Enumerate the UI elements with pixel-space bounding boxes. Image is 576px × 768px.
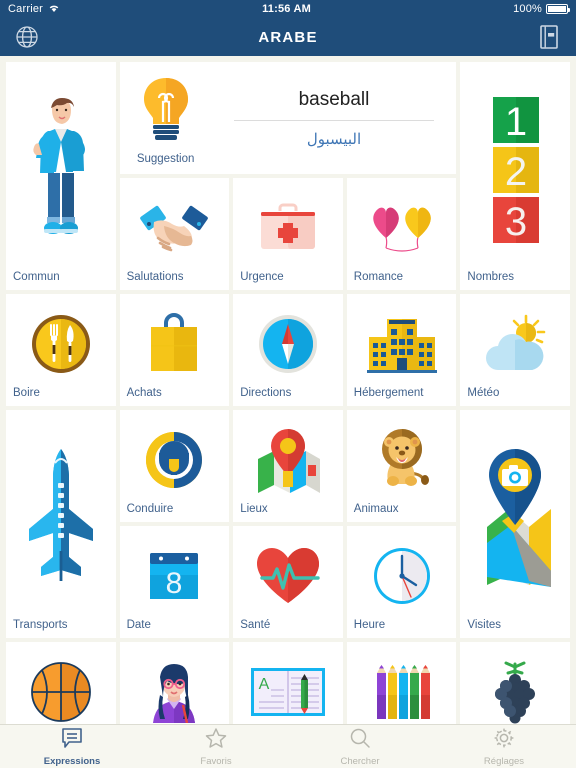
tile-label: Date (126, 619, 151, 631)
tile-label: Urgence (240, 271, 284, 283)
nav-bar: ARABE (0, 18, 576, 56)
tile-boire[interactable]: Boire (6, 294, 116, 406)
gear-icon (493, 727, 515, 754)
person-pointing-up-icon (6, 62, 116, 271)
tile-label: Animaux (353, 503, 399, 515)
shopping-bag-icon (120, 294, 230, 387)
tile-label: Directions (240, 387, 292, 399)
suggestion-left: Suggestion (120, 62, 212, 174)
fork-knife-plate-icon (6, 294, 116, 387)
suggestion-right: baseball البيسبول (212, 62, 457, 174)
tile-achats[interactable]: Achats (119, 294, 230, 406)
tile-directions[interactable]: Directions (233, 294, 343, 406)
tile-label: Visites (467, 619, 502, 631)
tab-expressions[interactable]: Expressions (0, 727, 144, 767)
tab-chercher[interactable]: Chercher (288, 727, 432, 767)
tile-label: Transports (13, 619, 68, 631)
tab-bar: Expressions Favoris Chercher Réglages (0, 724, 576, 768)
tile-label: Santé (240, 619, 271, 631)
tab-favoris[interactable]: Favoris (144, 727, 288, 767)
category-grid: Commun Suggestion baseball البيسبول 1 2 … (0, 56, 576, 760)
notebook-pencil-icon: A (233, 642, 343, 735)
tile-date[interactable]: 8 Date (119, 526, 230, 638)
tile-label: Météo (467, 387, 500, 399)
basketball-icon (6, 642, 116, 735)
tile-label: Nombres (467, 271, 515, 283)
steering-wheel-icon (120, 410, 230, 503)
suggestion-word: baseball (298, 88, 370, 110)
heart-pulse-icon (233, 526, 343, 619)
tile-label: Achats (126, 387, 162, 399)
lightbulb-icon (137, 74, 195, 151)
dictionary-book-icon[interactable] (534, 22, 564, 52)
grapes-icon (460, 642, 570, 735)
carrier-label: Carrier (8, 3, 44, 15)
tile-commun[interactable]: Commun (6, 62, 116, 290)
tile-sante[interactable]: Santé (233, 526, 343, 638)
businesswoman-icon (120, 642, 230, 735)
lion-icon (347, 410, 457, 503)
tab-label: Chercher (340, 755, 380, 767)
clock-icon (347, 526, 457, 619)
status-bar-left: Carrier (8, 3, 60, 16)
svg-text:A: A (259, 676, 270, 693)
tab-reglages[interactable]: Réglages (432, 727, 576, 767)
tile-salutations[interactable]: Salutations (119, 178, 230, 290)
svg-text:1: 1 (505, 100, 527, 144)
status-bar-clock: 11:56 AM (262, 3, 311, 15)
status-bar-right: 100% (513, 3, 570, 15)
tile-label: Salutations (126, 271, 184, 283)
tab-label: Expressions (43, 755, 101, 767)
heart-balloons-icon (347, 178, 457, 271)
sun-cloud-icon (460, 294, 570, 387)
wifi-icon (48, 3, 60, 16)
tile-label: Conduire (126, 503, 174, 515)
tile-heure[interactable]: Heure (346, 526, 457, 638)
globe-icon[interactable] (12, 22, 42, 52)
svg-text:3: 3 (505, 200, 527, 244)
page-title: ARABE (258, 28, 318, 46)
compass-icon (233, 294, 343, 387)
tile-animaux[interactable]: Animaux (346, 410, 457, 522)
tab-label: Réglages (483, 755, 525, 767)
tile-nombres[interactable]: 1 2 3 Nombres (460, 62, 570, 290)
suggestion-card[interactable]: Suggestion baseball البيسبول (119, 62, 457, 174)
battery-percent-label: 100% (513, 3, 542, 15)
tile-label: Commun (13, 271, 60, 283)
airplane-icon (6, 410, 116, 619)
svg-text:2: 2 (505, 150, 527, 194)
svg-text:8: 8 (166, 567, 183, 600)
colored-pencils-icon (347, 642, 457, 735)
numbers-blocks-icon: 1 2 3 (460, 62, 570, 271)
tile-conduire[interactable]: Conduire (119, 410, 230, 522)
handshake-icon (120, 178, 230, 271)
tile-hebergement[interactable]: Hébergement (346, 294, 457, 406)
tile-romance[interactable]: Romance (346, 178, 457, 290)
tile-label: Hébergement (353, 387, 424, 399)
tile-label: Boire (13, 387, 40, 399)
camera-pin-map-icon (460, 410, 570, 619)
tile-meteo[interactable]: Météo (460, 294, 570, 406)
tile-urgence[interactable]: Urgence (233, 178, 343, 290)
suggestion-label: Suggestion (136, 152, 195, 165)
tile-lieux[interactable]: Lieux (233, 410, 343, 522)
tile-label: Heure (353, 619, 386, 631)
tile-label: Lieux (240, 503, 268, 515)
tile-label: Romance (353, 271, 404, 283)
calendar-icon: 8 (120, 526, 230, 619)
speech-bubble-icon (61, 727, 83, 754)
tile-visites[interactable]: Visites (460, 410, 570, 638)
search-icon (349, 727, 371, 754)
star-icon (205, 727, 227, 754)
tile-transports[interactable]: Transports (6, 410, 116, 638)
map-pin-icon (233, 410, 343, 503)
tab-label: Favoris (200, 755, 232, 767)
status-bar: Carrier 11:56 AM 100% (0, 0, 576, 18)
first-aid-kit-icon (233, 178, 343, 271)
battery-full-icon (546, 4, 570, 14)
suggestion-translation: البيسبول (306, 130, 362, 148)
buildings-hotel-icon (347, 294, 457, 387)
